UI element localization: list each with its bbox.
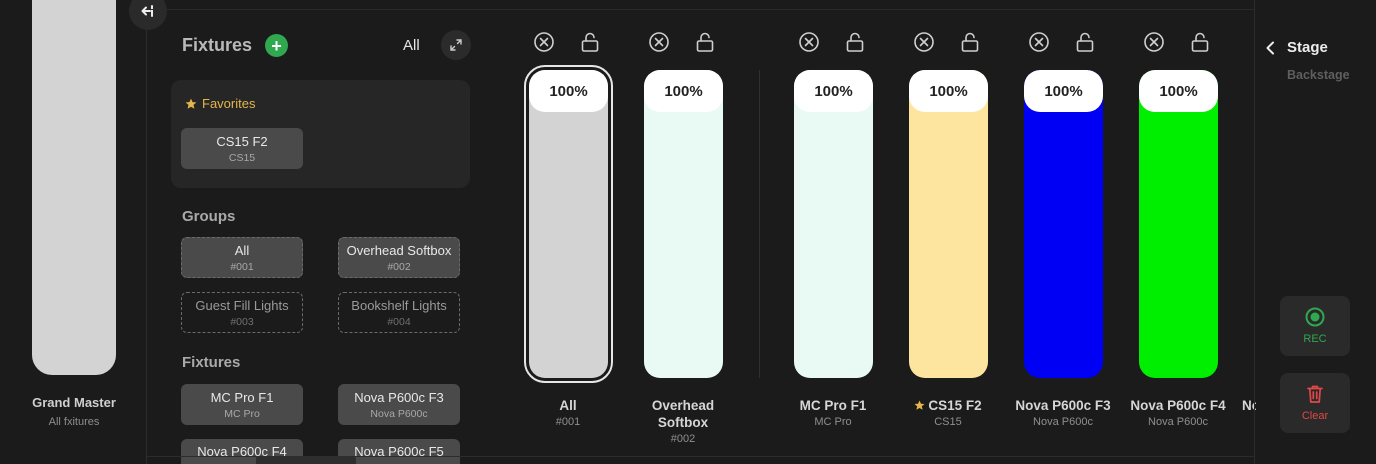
fader-subtitle: #001 xyxy=(555,416,581,428)
chip-sub: CS15 xyxy=(228,151,256,164)
fader-name: CS15 F2 xyxy=(888,397,1008,414)
right-panel-divider xyxy=(1254,0,1255,464)
remove-icon[interactable] xyxy=(532,30,556,54)
fixtures-filter[interactable]: All xyxy=(403,37,420,54)
rec-button[interactable]: REC xyxy=(1280,296,1350,356)
fader-subtitle: #002 xyxy=(670,433,696,445)
fader-subtitle: CS15 xyxy=(934,416,962,428)
grand-master-label: Grand Master xyxy=(32,395,116,410)
fader-group-separator xyxy=(759,70,760,378)
star-icon xyxy=(185,98,197,109)
chip-name: CS15 F2 xyxy=(216,133,268,149)
add-fixture-button[interactable]: + xyxy=(265,34,288,57)
remove-icon[interactable] xyxy=(1142,30,1166,54)
rec-label: REC xyxy=(1303,333,1327,345)
favorite-chip-cs15-f2[interactable]: CS15 F2 CS15 xyxy=(181,128,303,169)
chip-sub: #004 xyxy=(387,315,411,328)
fader-subtitle: MC Pro xyxy=(814,416,852,428)
fader-name: Overhead Softbox xyxy=(651,398,715,430)
fader-2[interactable]: 100% xyxy=(644,70,723,378)
chip-sub: #002 xyxy=(387,260,411,273)
fader-level: 100% xyxy=(644,70,723,112)
fader-name-text: CS15 F2 xyxy=(928,398,982,413)
fader-level: 100% xyxy=(909,70,988,112)
fader-subtitle: Nova P600c xyxy=(1033,416,1093,428)
chip-sub: #003 xyxy=(230,315,254,328)
stage-subtitle: Backstage xyxy=(1287,68,1350,82)
remove-icon[interactable] xyxy=(647,30,671,54)
group-chip-overhead-softbox[interactable]: Overhead Softbox #002 xyxy=(338,237,460,278)
fader-1[interactable]: 100% xyxy=(524,65,613,383)
remove-icon[interactable] xyxy=(1027,30,1051,54)
fixture-chip-mc-pro-f1[interactable]: MC Pro F1 MC Pro xyxy=(181,384,303,425)
stage-title[interactable]: Stage xyxy=(1287,39,1328,56)
fixture-chip-nova-p600c-f5[interactable]: Nova P600c F5 xyxy=(338,439,460,464)
group-chip-all[interactable]: All #001 xyxy=(181,237,303,278)
arrow-left-bar-icon xyxy=(141,5,153,17)
fader-level: 100% xyxy=(1139,70,1218,112)
clear-label: Clear xyxy=(1301,410,1329,422)
scroll-handle[interactable] xyxy=(256,456,356,464)
remove-icon[interactable] xyxy=(912,30,936,54)
fader-name: All xyxy=(559,398,577,413)
fixture-chip-nova-p600c-f3[interactable]: Nova P600c F3 Nova P600c xyxy=(338,384,460,425)
unlock-icon[interactable] xyxy=(958,30,982,54)
fixtures-panel-title: Fixtures xyxy=(182,35,253,55)
expand-button[interactable] xyxy=(441,30,471,60)
collapse-button[interactable] xyxy=(129,0,167,30)
chip-sub: Nova P600c xyxy=(370,407,428,420)
expand-icon xyxy=(450,39,462,51)
chip-name: All xyxy=(234,242,250,258)
unlock-icon[interactable] xyxy=(1073,30,1097,54)
stage-back-button[interactable] xyxy=(1265,39,1279,57)
top-divider xyxy=(146,9,1254,10)
trash-icon xyxy=(1307,385,1323,403)
favorites-title: Favorites xyxy=(185,96,255,111)
fader-name: Nova P600c F3 xyxy=(1015,398,1111,413)
unlock-icon[interactable] xyxy=(578,30,602,54)
chip-sub: #001 xyxy=(230,260,254,273)
record-icon xyxy=(1305,307,1325,327)
fader-6[interactable]: 100% xyxy=(1139,70,1218,378)
fader-subtitle: Nova P600c xyxy=(1148,416,1208,428)
chip-name: Guest Fill Lights xyxy=(195,297,289,313)
remove-icon[interactable] xyxy=(797,30,821,54)
fader-level: 100% xyxy=(794,70,873,112)
chip-name: Bookshelf Lights xyxy=(351,297,447,313)
fader-5[interactable]: 100% xyxy=(1024,70,1103,378)
plus-icon: + xyxy=(271,35,282,56)
fader-name: MC Pro F1 xyxy=(799,398,867,413)
chip-sub: MC Pro xyxy=(224,407,260,420)
clear-button[interactable]: Clear xyxy=(1280,373,1350,433)
unlock-icon[interactable] xyxy=(693,30,717,54)
group-chip-guest-fill-lights[interactable]: Guest Fill Lights #003 xyxy=(181,292,303,333)
grand-master-sublabel: All fxitures xyxy=(48,416,100,428)
fader-4[interactable]: 100% xyxy=(909,70,988,378)
group-chip-bookshelf-lights[interactable]: Bookshelf Lights #004 xyxy=(338,292,460,333)
star-icon xyxy=(914,400,925,410)
fader-name: Nova P600c F4 xyxy=(1130,398,1226,413)
fixtures-list-title: Fixtures xyxy=(182,354,241,371)
fader-level: 100% xyxy=(529,70,608,112)
fader-3[interactable]: 100% xyxy=(794,70,873,378)
chip-name: MC Pro F1 xyxy=(210,389,274,405)
fader-level: 100% xyxy=(1024,70,1103,112)
unlock-icon[interactable] xyxy=(843,30,867,54)
chevron-left-icon xyxy=(1266,41,1274,55)
unlock-icon[interactable] xyxy=(1188,30,1212,54)
grand-master-fader[interactable] xyxy=(32,0,116,375)
panel-divider xyxy=(146,0,147,464)
groups-title: Groups xyxy=(182,208,236,225)
chip-name: Nova P600c F3 xyxy=(354,389,444,405)
chip-name: Overhead Softbox xyxy=(346,242,452,258)
